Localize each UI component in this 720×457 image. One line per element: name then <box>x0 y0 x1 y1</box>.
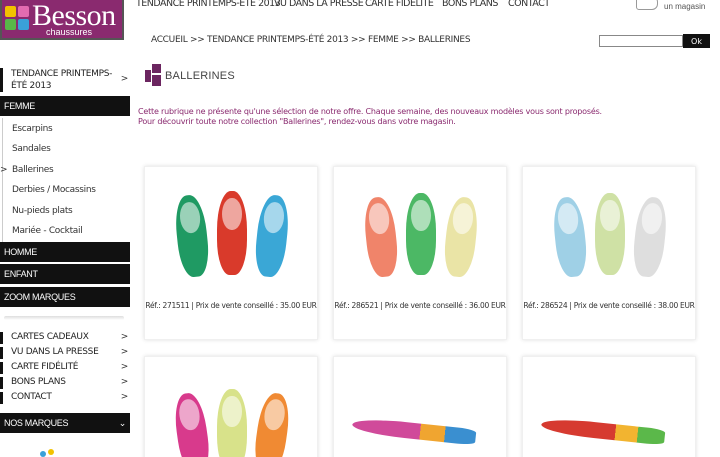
section-title-text: BALLERINES <box>165 70 235 82</box>
sidebar-sub-mariee[interactable]: Mariée - Cocktail <box>0 226 130 236</box>
sidebar-cat-femme[interactable]: FEMME <box>0 96 130 116</box>
product-image <box>163 371 301 457</box>
chevron-right-icon: > <box>120 332 129 342</box>
search-input[interactable] <box>599 35 683 47</box>
sidebar-cat-label: ENFANT <box>4 269 38 279</box>
sidebar-cat-label: HOMME <box>4 247 37 257</box>
sidebar-sub-label: Derbies / Mocassins <box>12 185 96 195</box>
brands-dropdown[interactable]: NOS MARQUES ⌄ <box>0 413 130 433</box>
logo-subtitle: chaussures <box>46 27 93 37</box>
sidebar-link-label: CARTES CADEAUX <box>11 332 89 342</box>
sidebar-cat-homme[interactable]: HOMME <box>0 242 130 262</box>
chevron-right-icon: > <box>120 392 129 402</box>
shoe-shape <box>540 416 666 446</box>
logo-mark-icon <box>5 6 31 32</box>
product-image <box>352 181 490 289</box>
sidebar-sub-ballerines[interactable]: > Ballerines <box>0 165 130 175</box>
shoe-shape <box>595 193 625 275</box>
sidebar-link-label: CONTACT <box>11 392 52 402</box>
chevron-right-icon: > <box>120 362 129 372</box>
sidebar-divider <box>4 316 124 320</box>
sidebar-cat-enfant[interactable]: ENFANT <box>0 264 130 284</box>
intro-line: Pour découvrir toute notre collection "B… <box>138 117 456 126</box>
sidebar-sub-label: Escarpins <box>12 124 53 134</box>
sidebar-sub-label: Mariée - Cocktail <box>12 226 83 236</box>
shoe-shape <box>351 416 477 446</box>
intro-line: Cette rubrique ne présente qu'une sélect… <box>138 107 602 116</box>
chevron-right-icon: > <box>120 377 129 387</box>
product-caption: Réf.: 286521 | Prix de vente conseillé :… <box>334 301 506 310</box>
product-image <box>351 371 490 457</box>
topnav-press[interactable]: VU DANS LA PRESSE <box>274 0 364 9</box>
breadcrumb[interactable]: ACCUEIL >> TENDANCE PRINTEMPS-ÉTÉ 2013 >… <box>151 35 471 45</box>
shoe-shape <box>251 391 293 457</box>
chevron-right-icon: > <box>0 165 8 175</box>
sidebar-item-trend[interactable]: TENDANCE PRINTEMPS-ÉTÉ 2013 > <box>0 68 130 92</box>
besson-logo[interactable]: Besson chaussures <box>0 0 124 40</box>
sidebar-cat-label: ZOOM MARQUES <box>4 292 76 302</box>
sidebar-sub-sandales[interactable]: Sandales <box>0 144 130 154</box>
shoe-shape <box>252 193 292 279</box>
france-map-icon <box>636 0 658 10</box>
shoe-shape <box>172 193 212 279</box>
shoe-shape <box>361 195 401 279</box>
brand-logo-partial <box>40 447 64 457</box>
sidebar-sub-nu-pieds[interactable]: Nu-pieds plats <box>0 206 130 216</box>
sidebar-link-label: VU DANS LA PRESSE <box>11 347 99 357</box>
product-card[interactable] <box>522 356 696 457</box>
sidebar-link-fidelity[interactable]: CARTE FIDÉLITÉ > <box>0 362 130 374</box>
product-image <box>163 181 301 289</box>
product-card[interactable]: Réf.: 271511 | Prix de vente conseillé :… <box>144 166 318 340</box>
shoe-shape <box>406 193 436 275</box>
chevron-right-icon: > <box>120 74 129 84</box>
sidebar-link-contact[interactable]: CONTACT > <box>0 392 130 404</box>
shoe-shape <box>630 195 670 279</box>
product-caption: Réf.: 271511 | Prix de vente conseillé :… <box>145 301 317 310</box>
chevron-right-icon: > <box>120 347 129 357</box>
sidebar-cat-label: FEMME <box>4 101 35 111</box>
product-card[interactable] <box>333 356 507 457</box>
sidebar-link-label: BONS PLANS <box>11 377 66 387</box>
sidebar-item-label: TENDANCE PRINTEMPS-ÉTÉ 2013 <box>11 69 113 91</box>
sidebar-sub-label: Ballerines <box>12 165 54 175</box>
product-image <box>541 181 679 289</box>
femme-submenu <box>2 118 128 242</box>
shoe-shape <box>171 391 213 457</box>
sidebar-link-deals[interactable]: BONS PLANS > <box>0 377 130 389</box>
sidebar-sub-derbies[interactable]: Derbies / Mocassins <box>0 185 130 195</box>
shoe-shape <box>550 195 590 279</box>
brands-dropdown-label: NOS MARQUES <box>4 418 69 428</box>
product-caption: Réf.: 286524 | Prix de vente conseillé :… <box>523 301 695 310</box>
sidebar-sub-label: Sandales <box>12 144 51 154</box>
topnav-fidelity[interactable]: CARTE FIDÉLITÉ <box>365 0 434 9</box>
topnav-deals[interactable]: BONS PLANS <box>442 0 498 9</box>
product-card[interactable]: Réf.: 286521 | Prix de vente conseillé :… <box>333 166 507 340</box>
product-image <box>540 371 679 457</box>
intro-text: Cette rubrique ne présente qu'une sélect… <box>138 107 602 127</box>
sidebar-link-press[interactable]: VU DANS LA PRESSE > <box>0 347 130 359</box>
shoe-shape <box>441 195 481 279</box>
product-card[interactable]: Réf.: 286524 | Prix de vente conseillé :… <box>522 166 696 340</box>
shoe-shape <box>217 389 247 457</box>
category-icon <box>145 64 161 86</box>
sidebar-cat-zoom[interactable]: ZOOM MARQUES <box>0 287 130 307</box>
store-locator[interactable]: un magasin <box>636 0 720 14</box>
chevron-down-icon: ⌄ <box>118 418 127 428</box>
sidebar-link-gift-cards[interactable]: CARTES CADEAUX > <box>0 332 130 344</box>
sidebar-link-label: CARTE FIDÉLITÉ <box>11 362 79 372</box>
search-button[interactable]: Ok <box>683 34 710 48</box>
sidebar-sub-escarpins[interactable]: Escarpins <box>0 124 130 134</box>
topnav-contact[interactable]: CONTACT <box>508 0 550 9</box>
store-locator-label: un magasin <box>664 2 706 11</box>
shoe-shape <box>217 191 247 275</box>
product-card[interactable] <box>144 356 318 457</box>
topnav-trend[interactable]: TENDANCE PRINTEMPS-ÉTÉ 2013 <box>136 0 281 9</box>
sidebar-sub-label: Nu-pieds plats <box>12 206 73 216</box>
